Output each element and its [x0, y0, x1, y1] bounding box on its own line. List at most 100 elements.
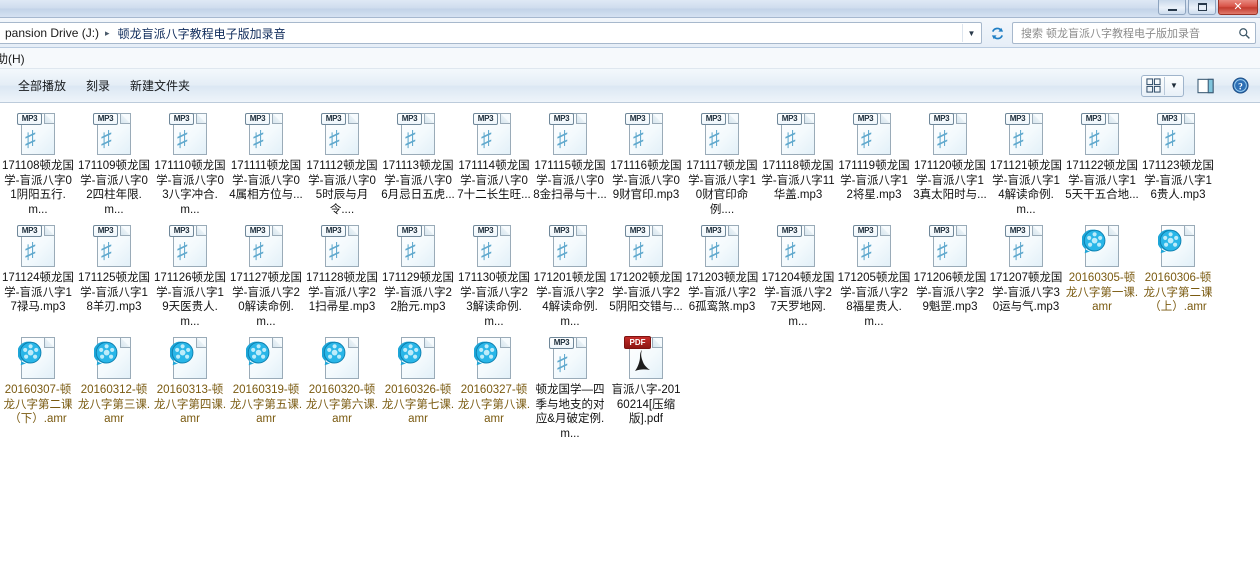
close-button[interactable]: ✕	[1218, 0, 1258, 15]
search-input[interactable]: 搜索 顿龙盲派八字教程电子版加录音	[1021, 25, 1237, 41]
mp3-badge-icon: MP3	[929, 225, 954, 237]
maximize-button[interactable]	[1188, 0, 1216, 15]
file-item[interactable]: MP3 ♯ 171201顿龙国学-盲派八字24解读命例.m...	[532, 221, 608, 333]
file-item[interactable]: 20160327-顿龙八字第八课.amr	[456, 333, 532, 445]
mp3-file-icon: MP3 ♯	[927, 223, 973, 269]
music-note-icon: ♯	[25, 126, 36, 151]
file-item[interactable]: MP3 ♯ 171129顿龙国学-盲派八字22胎元.mp3	[380, 221, 456, 333]
file-item[interactable]: MP3 ♯ 171207顿龙国学-盲派八字30运与气.mp3	[988, 221, 1064, 333]
mp3-file-icon: MP3 ♯	[395, 223, 441, 269]
music-note-icon: ♯	[253, 126, 264, 151]
file-name-label: 171116顿龙国学-盲派八字09财官印.mp3	[610, 160, 682, 201]
file-item[interactable]: MP3 ♯ 171118顿龙国学-盲派八字11华盖.mp3	[760, 109, 836, 221]
file-item[interactable]: MP3 ♯ 171128顿龙国学-盲派八字21扫帚星.mp3	[304, 221, 380, 333]
file-list-area[interactable]: MP3 ♯ 171108顿龙国学-盲派八字01阴阳五行.m... MP3 ♯ 171109…	[0, 103, 1260, 576]
file-item[interactable]: 20160306-顿龙八字第二课（上）.amr	[1140, 221, 1216, 333]
help-button[interactable]: ?	[1226, 75, 1254, 97]
preview-pane-button[interactable]	[1192, 75, 1220, 97]
file-item[interactable]: MP3 ♯ 171113顿龙国学-盲派八字06月忌日五虎...	[380, 109, 456, 221]
mp3-badge-icon: MP3	[245, 113, 270, 125]
file-item[interactable]: MP3 ♯ 171125顿龙国学-盲派八字18羊刃.mp3	[76, 221, 152, 333]
mp3-badge-icon: MP3	[17, 113, 42, 125]
breadcrumb-folder[interactable]: 顿龙盲派八字教程电子版加录音	[115, 23, 289, 44]
mp3-file-icon: MP3 ♯	[395, 111, 441, 157]
file-item[interactable]: MP3 ♯ 171124顿龙国学-盲派八字17禄马.mp3	[0, 221, 76, 333]
amr-file-icon	[471, 335, 517, 381]
file-name-label: 171207顿龙国学-盲派八字30运与气.mp3	[989, 272, 1063, 313]
file-item[interactable]: 20160312-顿龙八字第三课.amr	[76, 333, 152, 445]
new-folder-button[interactable]: 新建文件夹	[120, 73, 200, 98]
menu-item-help[interactable]: 助(H)	[0, 50, 29, 67]
mp3-file-icon: MP3 ♯	[1003, 223, 1049, 269]
file-item[interactable]: 20160313-顿龙八字第四课.amr	[152, 333, 228, 445]
breadcrumb-dropdown-icon[interactable]: ▼	[962, 24, 980, 42]
mp3-file-icon: MP3 ♯	[471, 223, 517, 269]
file-item[interactable]: 20160320-顿龙八字第六课.amr	[304, 333, 380, 445]
file-item[interactable]: MP3 ♯ 171116顿龙国学-盲派八字09财官印.mp3	[608, 109, 684, 221]
file-item[interactable]: MP3 ♯ 171127顿龙国学-盲派八字20解读命例.m...	[228, 221, 304, 333]
file-item[interactable]: 20160319-顿龙八字第五课.amr	[228, 333, 304, 445]
file-item[interactable]: MP3 ♯ 171108顿龙国学-盲派八字01阴阳五行.m...	[0, 109, 76, 221]
file-item[interactable]: MP3 ♯ 171114顿龙国学-盲派八字07十二长生旺...	[456, 109, 532, 221]
page-fold-icon	[196, 337, 207, 348]
file-item[interactable]: MP3 ♯ 171205顿龙国学-盲派八字28福星贵人.m...	[836, 221, 912, 333]
mp3-badge-icon: MP3	[1081, 113, 1106, 125]
page-fold-icon	[120, 113, 131, 124]
view-dropdown-caret-icon[interactable]: ▼	[1165, 76, 1183, 96]
music-note-icon: ♯	[253, 238, 264, 263]
file-item[interactable]: MP3 ♯ 171115顿龙国学-盲派八字08金扫帚与十...	[532, 109, 608, 221]
file-item[interactable]: MP3 ♯ 171206顿龙国学-盲派八字29魁罡.mp3	[912, 221, 988, 333]
file-item[interactable]: 20160326-顿龙八字第七课.amr	[380, 333, 456, 445]
media-reel-icon	[322, 341, 346, 366]
file-name-label: 171201顿龙国学-盲派八字24解读命例.m...	[533, 272, 607, 328]
mp3-file-icon: MP3 ♯	[319, 111, 365, 157]
file-item[interactable]: MP3 ♯ 171121顿龙国学-盲派八字14解读命例.m...	[988, 109, 1064, 221]
file-item[interactable]: PDF 盲派八字-20160214[压缩版].pdf	[608, 333, 684, 445]
file-name-label: 171125顿龙国学-盲派八字18羊刃.mp3	[77, 272, 151, 313]
file-name-label: 171118顿龙国学-盲派八字11华盖.mp3	[761, 160, 835, 201]
file-item[interactable]: MP3 ♯ 171109顿龙国学-盲派八字02四柱年限.m...	[76, 109, 152, 221]
page-fold-icon	[348, 113, 359, 124]
file-item[interactable]: MP3 ♯ 顿龙国学—四季与地支的对应&月破定例.m...	[532, 333, 608, 445]
file-item[interactable]: MP3 ♯ 171126顿龙国学-盲派八字19天医贵人.m...	[152, 221, 228, 333]
page-fold-icon	[1184, 113, 1195, 124]
file-name-label: 20160319-顿龙八字第五课.amr	[229, 384, 303, 425]
page-fold-icon	[956, 225, 967, 236]
music-note-icon: ♯	[329, 126, 340, 151]
play-all-button[interactable]: 全部播放	[8, 73, 76, 98]
file-item[interactable]: MP3 ♯ 171111顿龙国学-盲派八字04属相方位与...	[228, 109, 304, 221]
amr-file-icon	[1155, 223, 1201, 269]
media-reel-icon	[246, 341, 270, 366]
file-item[interactable]: 20160305-顿龙八字第一课.amr	[1064, 221, 1140, 333]
breadcrumb[interactable]: pansion Drive (J:) ▸ 顿龙盲派八字教程电子版加录音 ▼	[0, 22, 982, 44]
file-item[interactable]: MP3 ♯ 171122顿龙国学-盲派八字15天干五合地...	[1064, 109, 1140, 221]
mp3-file-icon: MP3 ♯	[699, 223, 745, 269]
view-options-button[interactable]: ▼	[1141, 74, 1184, 97]
file-item[interactable]: MP3 ♯ 171120顿龙国学-盲派八字13真太阳时与...	[912, 109, 988, 221]
file-item[interactable]: MP3 ♯ 171202顿龙国学-盲派八字25阴阳交错与...	[608, 221, 684, 333]
refresh-button[interactable]	[986, 22, 1008, 44]
breadcrumb-drive[interactable]: pansion Drive (J:)	[2, 24, 102, 42]
file-item[interactable]: MP3 ♯ 171203顿龙国学-盲派八字26孤鸾煞.mp3	[684, 221, 760, 333]
file-item[interactable]: 20160307-顿龙八字第二课（下）.amr	[0, 333, 76, 445]
file-item[interactable]: MP3 ♯ 171112顿龙国学-盲派八字05时辰与月令....	[304, 109, 380, 221]
file-item[interactable]: MP3 ♯ 171204顿龙国学-盲派八字27天罗地网.m...	[760, 221, 836, 333]
search-box[interactable]: 搜索 顿龙盲派八字教程电子版加录音	[1012, 22, 1256, 44]
file-item[interactable]: MP3 ♯ 171119顿龙国学-盲派八字12将星.mp3	[836, 109, 912, 221]
mp3-badge-icon: MP3	[777, 113, 802, 125]
file-item[interactable]: MP3 ♯ 171123顿龙国学-盲派八字16贵人.mp3	[1140, 109, 1216, 221]
page-fold-icon	[44, 225, 55, 236]
mp3-badge-icon: MP3	[1005, 225, 1030, 237]
burn-button[interactable]: 刻录	[76, 73, 120, 98]
minimize-button[interactable]	[1158, 0, 1186, 15]
file-item[interactable]: MP3 ♯ 171130顿龙国学-盲派八字23解读命例.m...	[456, 221, 532, 333]
page-fold-icon	[272, 113, 283, 124]
file-name-label: 171113顿龙国学-盲派八字06月忌日五虎...	[381, 160, 455, 201]
music-note-icon: ♯	[101, 126, 112, 151]
media-reel-icon	[1082, 229, 1106, 254]
file-item[interactable]: MP3 ♯ 171117顿龙国学-盲派八字10财官印命例....	[684, 109, 760, 221]
file-item[interactable]: MP3 ♯ 171110顿龙国学-盲派八字03八字冲合.m...	[152, 109, 228, 221]
file-name-label: 20160326-顿龙八字第七课.amr	[381, 384, 455, 425]
page-fold-icon	[1032, 113, 1043, 124]
mp3-badge-icon: MP3	[853, 225, 878, 237]
